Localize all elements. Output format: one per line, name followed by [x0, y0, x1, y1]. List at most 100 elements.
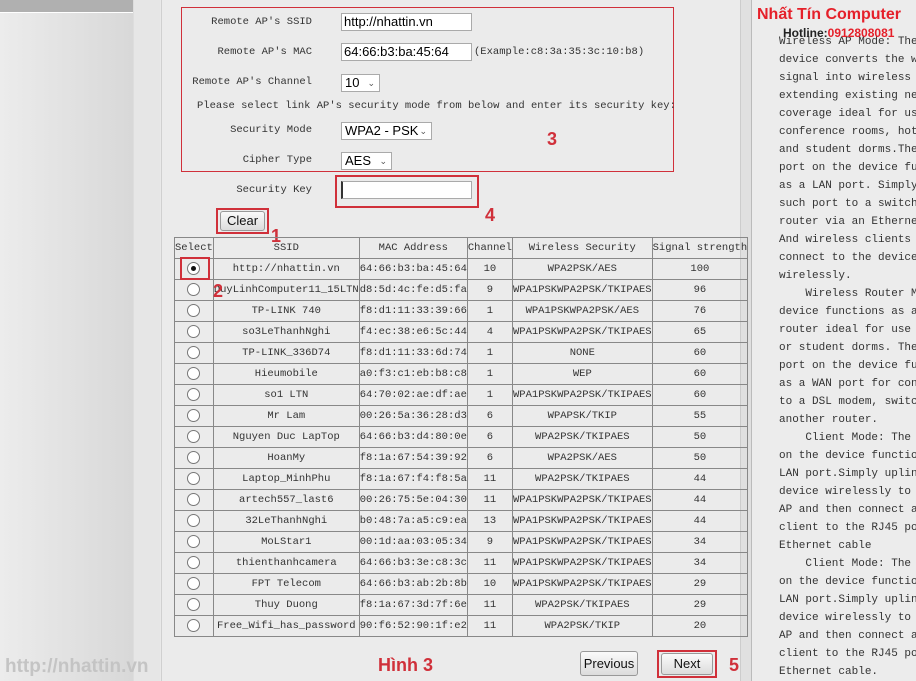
- select-cell: [174, 510, 214, 532]
- mac-cell: 00:26:75:5e:04:30: [358, 489, 468, 511]
- channel-cell: 6: [466, 447, 513, 469]
- cipher-select[interactable]: AES ⌄: [341, 152, 392, 170]
- channel-cell: 1: [466, 342, 513, 364]
- signal-cell: 34: [651, 552, 749, 574]
- table-row[interactable]: Free_Wifi_has_password 90:f6:52:90:1f:e2 1…: [174, 615, 749, 637]
- signal-cell: 50: [651, 426, 749, 448]
- channel-cell: 10: [466, 258, 513, 280]
- table-row[interactable]: FPT Telecom 64:66:b3:ab:2b:8b 10 WPA1PSKWPA…: [174, 573, 749, 595]
- annotation-box-2: [180, 257, 210, 280]
- select-radio[interactable]: [187, 619, 201, 633]
- table-row[interactable]: Thuy Duong f8:1a:67:3d:7f:6e 11 WPA2PSK/TKI…: [174, 594, 749, 616]
- select-radio[interactable]: [187, 409, 201, 423]
- ssid-cell: MoLStar1: [212, 531, 360, 553]
- select-radio[interactable]: [187, 325, 201, 339]
- select-radio[interactable]: [187, 346, 201, 360]
- clear-button[interactable]: Clear: [220, 211, 265, 231]
- ssid-cell: Nguyen Duc LapTop: [212, 426, 360, 448]
- annotation-number-2: 2: [213, 281, 224, 301]
- channel-cell: 6: [466, 426, 513, 448]
- select-cell: [174, 321, 214, 343]
- select-radio[interactable]: [187, 367, 201, 381]
- ssid-cell: 32LeThanhNghi: [212, 510, 360, 532]
- security-cell: WPA2PSK/AES: [511, 258, 653, 280]
- security-key-input[interactable]: [341, 181, 472, 199]
- sidebar-menu-item[interactable]: [0, 0, 133, 13]
- col-signal: Signal strength: [651, 237, 749, 259]
- select-cell: [174, 363, 214, 385]
- mac-cell: f8:1a:67:54:39:92: [358, 447, 468, 469]
- annotation-box-3: [181, 7, 674, 172]
- table-row[interactable]: DuyLinhComputer11_15LTN d8:5d:4c:fe:d5:fa…: [174, 279, 749, 301]
- mac-input[interactable]: 64:66:b3:ba:45:64: [341, 43, 472, 61]
- select-radio[interactable]: [187, 577, 201, 591]
- select-radio[interactable]: [187, 514, 201, 528]
- select-radio[interactable]: [187, 283, 201, 297]
- table-row[interactable]: Nguyen Duc LapTop 64:66:b3:d4:80:0e 6 WPA2P…: [174, 426, 749, 448]
- mac-cell: d8:5d:4c:fe:d5:fa: [358, 279, 468, 301]
- chevron-down-icon: ⌄: [367, 78, 375, 88]
- select-cell: [174, 573, 214, 595]
- signal-cell: 100: [651, 258, 749, 280]
- select-radio[interactable]: [187, 304, 201, 318]
- security-cell: WPA1PSKWPA2PSK/TKIPAES: [511, 489, 653, 511]
- security-cell: NONE: [511, 342, 653, 364]
- security-cell: WPA2PSK/AES: [511, 447, 653, 469]
- select-cell: [174, 405, 214, 427]
- table-row[interactable]: artech557_last6 00:26:75:5e:04:30 11 WPA1PS…: [174, 489, 749, 511]
- ssid-cell: TP-LINK_336D74: [212, 342, 360, 364]
- signal-cell: 44: [651, 510, 749, 532]
- table-row[interactable]: HoanMy f8:1a:67:54:39:92 6 WPA2PSK/AES 50: [174, 447, 749, 469]
- signal-cell: 29: [651, 594, 749, 616]
- table-row[interactable]: TP-LINK_336D74 f8:d1:11:33:6d:74 1 NONE 60: [174, 342, 749, 364]
- brand-logo: Nhất Tín Computer: [757, 6, 901, 23]
- select-cell: [174, 447, 214, 469]
- ssid-input[interactable]: http://nhattin.vn: [341, 13, 472, 31]
- next-button[interactable]: Next: [661, 653, 713, 675]
- mac-cell: 64:66:b3:ab:2b:8b: [358, 573, 468, 595]
- security-cell: WPA1PSKWPA2PSK/TKIPAES: [511, 531, 653, 553]
- signal-cell: 76: [651, 300, 749, 322]
- security-cell: WPA1PSKWPA2PSK/TKIPAES: [511, 510, 653, 532]
- table-row[interactable]: MoLStar1 00:1d:aa:03:05:34 9 WPA1PSKWPA2PSK…: [174, 531, 749, 553]
- table-row[interactable]: thienthanhcamera 64:66:b3:3e:c8:3c 11 WPA1P…: [174, 552, 749, 574]
- signal-cell: 50: [651, 447, 749, 469]
- select-radio[interactable]: [187, 598, 201, 612]
- select-cell: [174, 615, 214, 637]
- signal-cell: 65: [651, 321, 749, 343]
- previous-button[interactable]: Previous: [580, 651, 638, 676]
- select-radio[interactable]: [187, 535, 201, 549]
- security-cell: WPA2PSK/TKIPAES: [511, 594, 653, 616]
- table-row[interactable]: Laptop_MinhPhu f8:1a:67:f4:f8:5a 11 WPA2PSK…: [174, 468, 749, 490]
- annotation-number-5: 5: [729, 655, 740, 675]
- select-radio[interactable]: [187, 451, 201, 465]
- security-mode-select[interactable]: WPA2 - PSK ⌄: [341, 122, 432, 140]
- select-radio[interactable]: [187, 493, 201, 507]
- select-radio[interactable]: [187, 430, 201, 444]
- select-cell: [174, 384, 214, 406]
- sidebar-gap: [133, 0, 160, 681]
- mac-cell: 00:1d:aa:03:05:34: [358, 531, 468, 553]
- table-row[interactable]: Hieumobile a0:f3:c1:eb:b8:c8 1 WEP 60: [174, 363, 749, 385]
- channel-cell: 9: [466, 279, 513, 301]
- channel-select[interactable]: 10 ⌄: [341, 74, 380, 92]
- security-cell: WPA2PSK/TKIPAES: [511, 426, 653, 448]
- table-row[interactable]: http://nhattin.vn 64:66:b3:ba:45:64 10 WPA2…: [174, 258, 749, 280]
- mac-example: (Example:c8:3a:35:3c:10:b8): [474, 46, 645, 58]
- channel-cell: 1: [466, 363, 513, 385]
- channel-cell: 11: [466, 489, 513, 511]
- select-cell: [174, 342, 214, 364]
- signal-cell: 44: [651, 468, 749, 490]
- table-row[interactable]: TP-LINK 740 f8:d1:11:33:39:66 1 WPA1PSKWPA2…: [174, 300, 749, 322]
- ssid-cell: Mr Lam: [212, 405, 360, 427]
- select-radio[interactable]: [187, 556, 201, 570]
- col-security: Wireless Security: [511, 237, 653, 259]
- channel-cell: 1: [466, 384, 513, 406]
- channel-cell: 11: [466, 615, 513, 637]
- select-radio[interactable]: [187, 472, 201, 486]
- select-radio[interactable]: [187, 388, 201, 402]
- table-row[interactable]: so3LeThanhNghi f4:ec:38:e6:5c:44 4 WPA1PSKW…: [174, 321, 749, 343]
- table-row[interactable]: Mr Lam 00:26:5a:36:28:d3 6 WPAPSK/TKIP 55: [174, 405, 749, 427]
- table-row[interactable]: so1 LTN 64:70:02:ae:df:ae 1 WPA1PSKWPA2PSK/…: [174, 384, 749, 406]
- table-row[interactable]: 32LeThanhNghi b0:48:7a:a5:c9:ea 13 WPA1PSKW…: [174, 510, 749, 532]
